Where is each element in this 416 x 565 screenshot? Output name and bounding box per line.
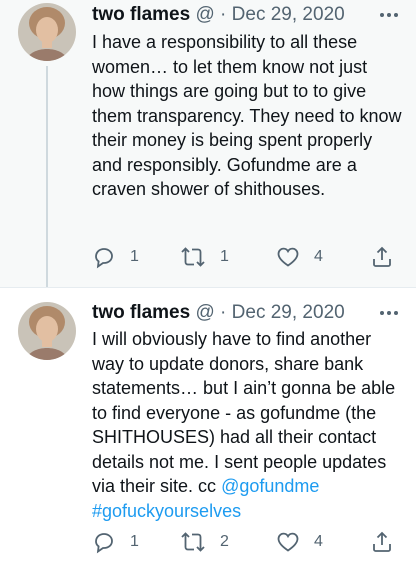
share-icon	[370, 245, 394, 269]
tweet[interactable]: two flames @ · Dec 29, 2020 I have a res…	[0, 0, 416, 287]
tweet[interactable]: two flames @ · Dec 29, 2020 I will obvio…	[0, 287, 416, 565]
retweet-icon	[180, 245, 206, 269]
reply-button[interactable]: 1	[92, 245, 139, 269]
tweet-text: I have a responsibility to all these wom…	[92, 32, 402, 199]
hashtag-link[interactable]: #gofuckyourselves	[92, 501, 241, 521]
tweet-header: two flames @ · Dec 29, 2020	[92, 3, 404, 27]
tweet-actions: 1 2 4	[92, 530, 394, 554]
avatar[interactable]	[18, 3, 76, 61]
reply-count: 1	[130, 248, 139, 265]
like-button[interactable]: 4	[276, 530, 323, 554]
tweet-text: I will obviously have to find another wa…	[92, 329, 396, 496]
mention-link[interactable]: @gofundme	[221, 476, 319, 496]
share-button[interactable]	[370, 530, 394, 554]
thread-line	[46, 66, 48, 287]
reply-icon	[92, 245, 116, 269]
reply-icon	[92, 530, 116, 554]
reply-button[interactable]: 1	[92, 530, 139, 554]
like-count: 4	[314, 533, 323, 550]
like-count: 4	[314, 248, 323, 265]
retweet-button[interactable]: 2	[180, 530, 229, 554]
more-icon[interactable]	[376, 303, 402, 323]
tweet-date[interactable]: Dec 29, 2020	[232, 4, 345, 25]
more-icon[interactable]	[376, 5, 402, 25]
share-button[interactable]	[370, 245, 394, 269]
retweet-count: 1	[220, 248, 229, 265]
tweet-header: two flames @ · Dec 29, 2020	[92, 301, 404, 325]
tweet-body: I will obviously have to find another wa…	[92, 327, 402, 523]
avatar[interactable]	[18, 302, 76, 360]
like-button[interactable]: 4	[276, 245, 323, 269]
heart-icon	[276, 530, 300, 554]
reply-count: 1	[130, 533, 139, 550]
tweet-actions: 1 1 4	[92, 245, 394, 269]
handle-separator: @ ·	[195, 4, 232, 25]
handle-separator: @ ·	[195, 302, 232, 323]
tweet-date[interactable]: Dec 29, 2020	[232, 302, 345, 323]
retweet-button[interactable]: 1	[180, 245, 229, 269]
share-icon	[370, 530, 394, 554]
author-name[interactable]: two flames	[92, 302, 190, 323]
retweet-count: 2	[220, 533, 229, 550]
author-name[interactable]: two flames	[92, 4, 190, 25]
heart-icon	[276, 245, 300, 269]
retweet-icon	[180, 530, 206, 554]
